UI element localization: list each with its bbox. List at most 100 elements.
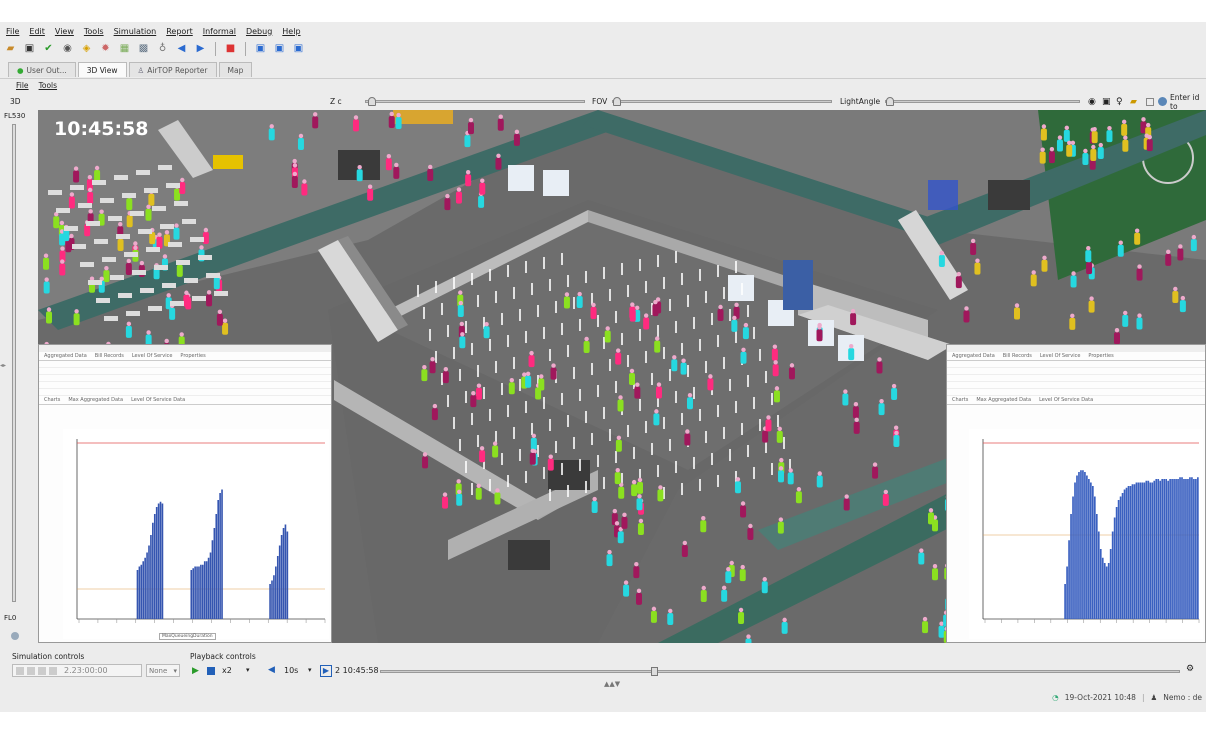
filter-row[interactable] <box>39 368 331 375</box>
light-angle-knob[interactable] <box>886 97 894 106</box>
passenger-head <box>396 112 401 118</box>
chevron-down-icon[interactable]: ▾ <box>308 666 312 674</box>
tab-aggregated[interactable]: Aggregated Data <box>949 352 998 360</box>
tab-los[interactable]: Level Of Service <box>129 352 176 360</box>
z-slider[interactable] <box>365 97 585 106</box>
subtab-charts[interactable]: Charts <box>949 396 971 404</box>
menu-informal[interactable]: Informal <box>203 27 236 36</box>
filter-row[interactable] <box>39 361 331 368</box>
passenger <box>771 348 778 361</box>
sim-stop-icon[interactable] <box>38 666 46 675</box>
step-forward-icon[interactable]: ▶ <box>320 665 332 677</box>
subtab-max[interactable]: Max Aggregated Data <box>65 396 126 404</box>
settings-icon[interactable]: ⚙ <box>1186 664 1194 674</box>
arrow-left-icon[interactable]: ◀ <box>174 42 189 57</box>
passenger <box>927 512 934 525</box>
playback-timeline[interactable] <box>380 667 1180 676</box>
step-value[interactable]: 10s <box>284 666 298 675</box>
passenger-head <box>1173 286 1178 292</box>
menu-view[interactable]: View <box>55 27 74 36</box>
fov-slider[interactable] <box>612 97 832 106</box>
passenger <box>169 307 176 320</box>
tab-properties[interactable]: Properties <box>1085 352 1116 360</box>
sim-step-icon[interactable] <box>27 666 35 675</box>
menu-report[interactable]: Report <box>166 27 193 36</box>
tab-aggregated[interactable]: Aggregated Data <box>41 352 90 360</box>
eye-icon[interactable]: ◉ <box>60 42 75 57</box>
tab-bill[interactable]: Bill Records <box>1000 352 1035 360</box>
menu-tools[interactable]: Tools <box>84 27 104 36</box>
tab-properties[interactable]: Properties <box>177 352 208 360</box>
tab-map[interactable]: Map <box>218 62 253 77</box>
sim-end-icon[interactable] <box>49 666 57 675</box>
stop-icon[interactable]: ■ <box>223 42 238 57</box>
open-folder-icon[interactable]: ▰ <box>3 42 18 57</box>
filter-row[interactable] <box>39 382 331 389</box>
filter-row[interactable] <box>947 375 1205 382</box>
chevron-down-icon[interactable]: ▾ <box>246 666 250 674</box>
passenger-head <box>157 232 162 237</box>
filter-row[interactable] <box>39 375 331 382</box>
sim-start-icon[interactable] <box>16 666 24 675</box>
collapse-arrow-icon[interactable]: ◂▸ <box>0 362 6 392</box>
speed-value[interactable]: x2 <box>222 666 232 675</box>
passenger-head <box>762 577 767 582</box>
3d-viewport[interactable]: 10:45:58 Aggregated Data Bill Records Leve… <box>38 110 1206 643</box>
window-icon[interactable]: ▣ <box>272 42 287 57</box>
filter-row[interactable] <box>947 361 1205 368</box>
lightbulb-icon[interactable]: ♀ <box>1116 97 1123 107</box>
menu-simulation[interactable]: Simulation <box>114 27 157 36</box>
left-report-panel[interactable]: Aggregated Data Bill Records Level Of Serv… <box>38 344 332 643</box>
gear-icon[interactable]: ✹ <box>98 42 113 57</box>
step-back-icon[interactable]: ◀ <box>268 665 275 675</box>
z-slider-knob[interactable] <box>368 97 376 106</box>
id-search-input[interactable]: Enter id to <box>1170 93 1206 111</box>
passenger <box>738 611 745 624</box>
subtab-los-data[interactable]: Level Of Service Data <box>1036 396 1096 404</box>
filter-row[interactable] <box>947 368 1205 375</box>
expand-collapse-icon[interactable]: ▲▲▼ <box>604 680 620 688</box>
tab-bill[interactable]: Bill Records <box>92 352 127 360</box>
menu-file[interactable]: File <box>6 27 19 36</box>
right-report-panel[interactable]: Aggregated Data Bill Records Level Of Serv… <box>946 344 1206 643</box>
checkbox[interactable] <box>1146 98 1154 106</box>
lightbulb-icon[interactable]: ♁ <box>155 42 170 57</box>
subtab-los-data[interactable]: Level Of Service Data <box>128 396 188 404</box>
arrow-right-icon[interactable]: ▶ <box>193 42 208 57</box>
camera-icon[interactable]: ▣ <box>1102 97 1111 107</box>
simulation-time-field[interactable]: 2.23:00:00 <box>12 664 142 677</box>
subtab-file[interactable]: File <box>16 81 29 90</box>
floor-slider[interactable] <box>12 124 16 602</box>
tab-user-out-[interactable]: ● User Out... <box>8 62 76 77</box>
filter-row[interactable] <box>947 382 1205 389</box>
tab-airtop-reporter[interactable]: ♙ AirTOP Reporter <box>128 62 217 77</box>
filter-row[interactable] <box>947 389 1205 396</box>
window-icon[interactable]: ▣ <box>253 42 268 57</box>
search-icon[interactable] <box>1158 97 1167 106</box>
reset-view-icon[interactable] <box>11 632 19 640</box>
menu-edit[interactable]: Edit <box>29 27 45 36</box>
tab-3d-view[interactable]: 3D View <box>77 62 127 77</box>
stop-icon[interactable] <box>207 667 215 675</box>
filter-row[interactable] <box>39 389 331 396</box>
play-icon[interactable]: ▶ <box>192 666 199 676</box>
grid-icon[interactable]: ▦ <box>117 42 132 57</box>
subtab-tools[interactable]: Tools <box>39 81 57 90</box>
subtab-max[interactable]: Max Aggregated Data <box>973 396 1034 404</box>
save-icon[interactable]: ▣ <box>22 42 37 57</box>
mode-label[interactable]: 3D <box>10 97 21 106</box>
light-angle-slider[interactable] <box>885 97 1080 106</box>
folder-icon[interactable]: ▰ <box>1130 97 1137 107</box>
fov-slider-knob[interactable] <box>613 97 621 106</box>
menu-help[interactable]: Help <box>282 27 300 36</box>
globe-icon[interactable]: ◉ <box>1088 97 1096 107</box>
tab-los[interactable]: Level Of Service <box>1037 352 1084 360</box>
blocks-icon[interactable]: ▩ <box>136 42 151 57</box>
check-icon[interactable]: ✔ <box>41 42 56 57</box>
menu-debug[interactable]: Debug <box>246 27 272 36</box>
warning-icon[interactable]: ◈ <box>79 42 94 57</box>
sim-mode-dropdown[interactable]: None ▾ <box>146 664 180 677</box>
subtab-charts[interactable]: Charts <box>41 396 63 404</box>
window-icon[interactable]: ▣ <box>291 42 306 57</box>
timeline-knob[interactable] <box>651 667 658 676</box>
